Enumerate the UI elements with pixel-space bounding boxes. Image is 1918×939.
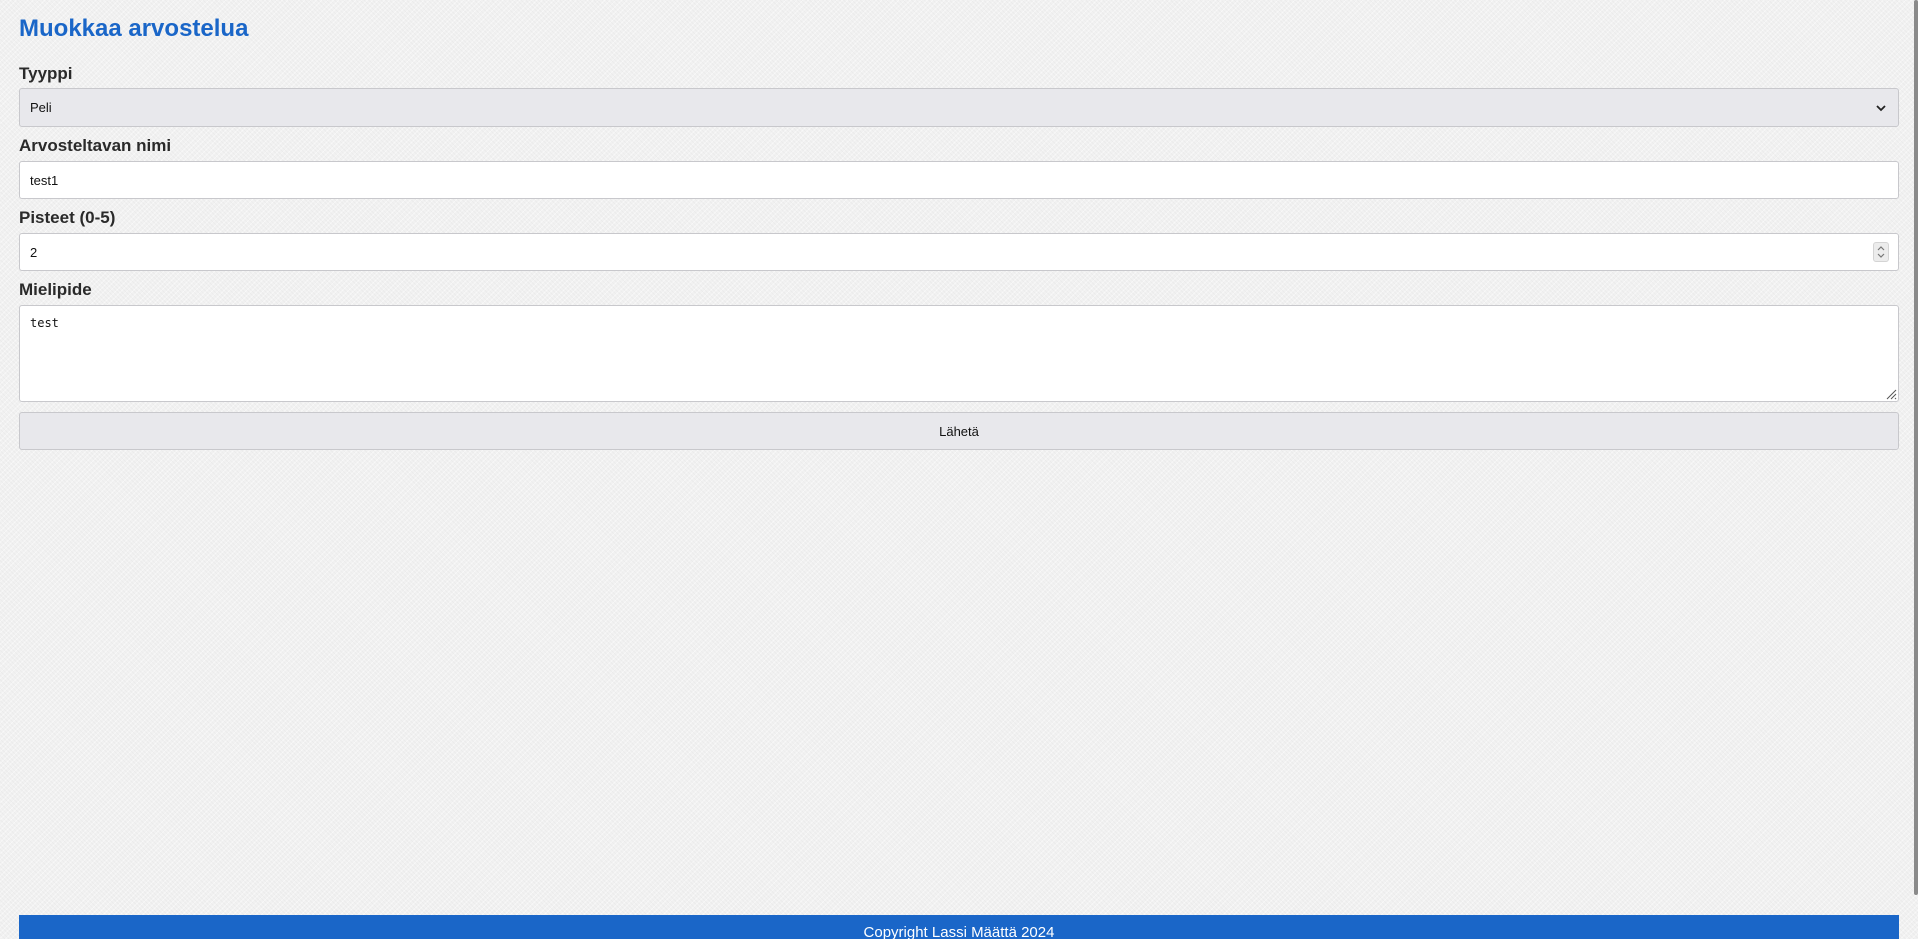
submit-button[interactable]: Lähetä [19,412,1899,450]
resize-grip-icon[interactable] [1885,388,1897,400]
page-scrollbar[interactable] [1914,0,1918,895]
score-spinner[interactable] [1873,242,1889,262]
score-input[interactable]: 2 [19,233,1899,271]
opinion-textarea[interactable]: test [19,305,1899,402]
name-label: Arvosteltavan nimi [19,136,172,155]
opinion-textarea-value: test [30,316,59,330]
score-input-value: 2 [30,244,38,260]
type-select-value: Peli [30,100,52,115]
type-select[interactable]: Peli [19,88,1899,127]
chevron-down-icon [1876,105,1886,112]
page-title: Muokkaa arvostelua [19,15,249,42]
spinner-arrows-icon [1877,246,1885,258]
type-label: Tyyppi [19,64,73,83]
footer: Copyright Lassi Määttä 2024 [19,915,1899,939]
footer-copyright: Copyright Lassi Määttä 2024 [863,924,1055,939]
name-input[interactable]: test1 [19,161,1899,199]
opinion-label: Mielipide [19,280,92,299]
name-input-value: test1 [30,172,59,188]
submit-button-label: Lähetä [939,423,979,439]
score-label: Pisteet (0-5) [19,208,116,227]
